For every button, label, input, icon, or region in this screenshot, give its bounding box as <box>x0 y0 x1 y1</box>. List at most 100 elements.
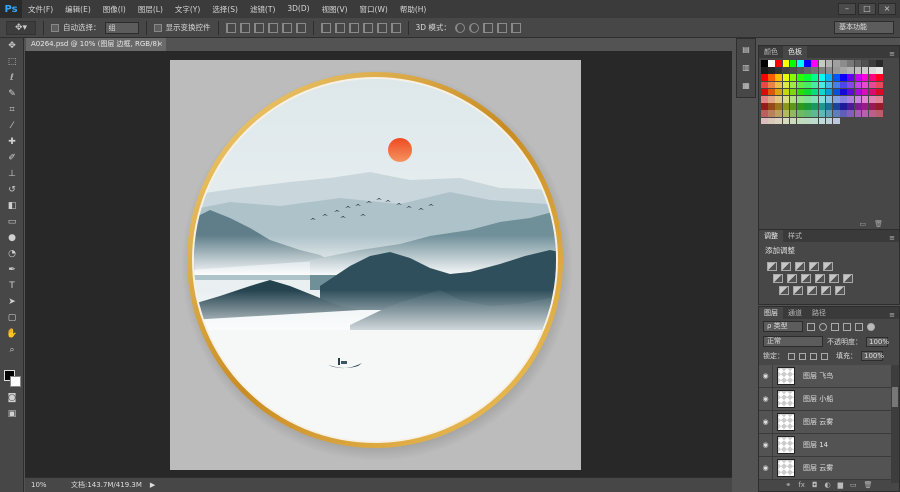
zoom-level[interactable]: 10% <box>25 481 55 489</box>
healing-brush-tool-icon[interactable]: ✚ <box>0 134 24 150</box>
swatch[interactable] <box>825 67 833 74</box>
swatch[interactable] <box>833 81 840 89</box>
swatch[interactable] <box>876 60 883 67</box>
swatch[interactable] <box>876 103 883 110</box>
swatch[interactable] <box>761 60 768 67</box>
swatch[interactable] <box>797 117 804 125</box>
filter-adjust-icon[interactable] <box>819 322 827 331</box>
tab-paths[interactable]: 路径 <box>807 307 831 319</box>
screen-mode-icon[interactable]: ▣ <box>0 406 24 422</box>
layer-name[interactable]: 图层 小船 <box>803 394 833 404</box>
swatch[interactable] <box>818 96 826 103</box>
brush-panel-icon[interactable]: ▦ <box>737 77 755 93</box>
swatch[interactable] <box>818 60 826 67</box>
swatch[interactable] <box>789 103 797 110</box>
swatch[interactable] <box>854 96 862 103</box>
layer-name[interactable]: 图层 14 <box>803 440 828 450</box>
swatch[interactable] <box>775 88 782 96</box>
swatch[interactable] <box>797 96 804 103</box>
layer-name[interactable]: 图层 飞鸟 <box>803 371 833 381</box>
menu-item-8[interactable]: 视图(V) <box>316 4 354 15</box>
swatch[interactable] <box>833 117 840 125</box>
swatch[interactable] <box>854 60 862 67</box>
swatch[interactable] <box>825 60 833 67</box>
panel-menu-icon[interactable]: ≡ <box>889 50 899 58</box>
swatch[interactable] <box>797 81 804 89</box>
link-icon[interactable]: ⚭ <box>785 481 791 491</box>
swatch[interactable] <box>861 81 869 89</box>
lasso-tool-icon[interactable]: ℓ <box>0 70 24 86</box>
swatch[interactable] <box>797 74 804 81</box>
swatch[interactable] <box>840 60 847 67</box>
move-tool-icon[interactable]: ✥▾ <box>6 20 36 35</box>
swatch[interactable] <box>818 103 826 110</box>
swatch[interactable] <box>768 96 775 103</box>
swatch[interactable] <box>782 117 790 125</box>
swatch[interactable] <box>782 103 790 110</box>
history-panel-icon[interactable]: ▤ <box>737 41 755 57</box>
swatch[interactable] <box>797 110 804 117</box>
distribute-right-icon[interactable] <box>390 22 401 33</box>
properties-panel-icon[interactable]: ▥ <box>737 59 755 75</box>
swatch[interactable] <box>818 88 826 96</box>
swatch[interactable] <box>833 88 840 96</box>
canvas-area[interactable] <box>25 51 732 477</box>
swatch[interactable] <box>833 67 840 74</box>
layer-row[interactable]: ◉ 图层 小船 <box>759 388 891 411</box>
swatch[interactable] <box>761 96 768 103</box>
swatch[interactable] <box>876 110 883 117</box>
swatch[interactable] <box>811 96 818 103</box>
swatch[interactable] <box>782 96 790 103</box>
swatch[interactable] <box>804 103 811 110</box>
posterize-icon[interactable] <box>793 286 803 295</box>
3d-rotate-icon[interactable] <box>454 22 465 33</box>
shape-tool-icon[interactable]: ▢ <box>0 310 24 326</box>
swatch[interactable] <box>818 117 826 125</box>
align-hcenter-icon[interactable] <box>281 22 292 33</box>
crop-tool-icon[interactable]: ⌗ <box>0 102 24 118</box>
gradient-map-icon[interactable] <box>821 286 831 295</box>
maximize-button[interactable]: □ <box>858 3 876 15</box>
swatch[interactable] <box>811 74 818 81</box>
swatch[interactable] <box>782 88 790 96</box>
swatch[interactable] <box>869 67 876 74</box>
trash-icon[interactable]: 🗑 <box>864 481 873 491</box>
layer-scrollbar[interactable] <box>891 365 899 483</box>
swatch-grid[interactable] <box>761 60 885 180</box>
filter-toggle-icon[interactable] <box>867 322 875 331</box>
swatch[interactable] <box>768 81 775 89</box>
visibility-eye-icon[interactable]: ◉ <box>759 411 773 433</box>
swatch[interactable] <box>825 117 833 125</box>
swatch[interactable] <box>840 96 847 103</box>
filter-pixel-icon[interactable] <box>807 322 815 331</box>
lock-position-icon[interactable] <box>810 352 817 360</box>
visibility-eye-icon[interactable]: ◉ <box>759 434 773 456</box>
opacity-input[interactable]: 100% <box>866 336 889 347</box>
swatch[interactable] <box>869 96 876 103</box>
menu-item-7[interactable]: 3D(D) <box>281 4 315 15</box>
layer-kind-filter[interactable]: ρ 类型 <box>763 321 803 332</box>
tab-adjustments[interactable]: 调整 <box>759 230 783 242</box>
menu-item-10[interactable]: 帮助(H) <box>394 4 433 15</box>
dodge-tool-icon[interactable]: ◔ <box>0 246 24 262</box>
align-top-icon[interactable] <box>225 22 236 33</box>
swatch[interactable] <box>761 117 768 125</box>
swatch[interactable] <box>825 88 833 96</box>
swatch[interactable] <box>789 81 797 89</box>
swatch[interactable] <box>825 74 833 81</box>
path-select-tool-icon[interactable]: ➤ <box>0 294 24 310</box>
swatch[interactable] <box>811 117 818 125</box>
type-tool-icon[interactable]: T <box>0 278 24 294</box>
swatch[interactable] <box>854 103 862 110</box>
lock-transparent-icon[interactable] <box>788 352 795 360</box>
gradient-tool-icon[interactable]: ▭ <box>0 214 24 230</box>
swatch[interactable] <box>861 74 869 81</box>
history-brush-tool-icon[interactable]: ↺ <box>0 182 24 198</box>
swatch[interactable] <box>818 67 826 74</box>
marquee-tool-icon[interactable]: ⬚ <box>0 54 24 70</box>
swatch[interactable] <box>847 81 854 89</box>
move-tool-icon[interactable]: ✥ <box>0 38 24 54</box>
swatch[interactable] <box>811 103 818 110</box>
swatch[interactable] <box>869 110 876 117</box>
swatch[interactable] <box>804 117 811 125</box>
